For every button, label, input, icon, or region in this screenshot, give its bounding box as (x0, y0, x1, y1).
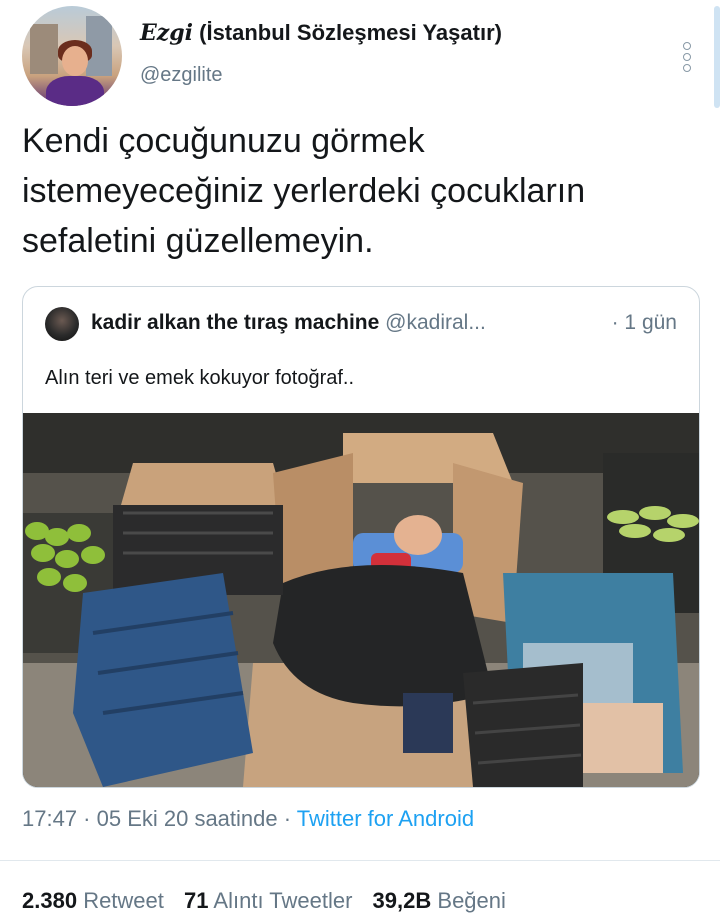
avatar-face (62, 46, 88, 76)
quoted-tweet-photo[interactable] (23, 413, 699, 787)
more-dot (683, 53, 691, 61)
like-stat[interactable]: 39,2B Beğeni (373, 888, 506, 913)
author-name-stylized: Ezgi (140, 20, 194, 46)
retweet-label: Retweet (83, 888, 164, 913)
quote-label: Alıntı Tweetler (213, 888, 353, 913)
author-name-suffix: (İstanbul Sözleşmesi Yaşatır) (193, 20, 502, 45)
scrollbar[interactable] (714, 6, 720, 108)
quoted-tweet[interactable]: kadir alkan the tıraş machine @kadiral..… (22, 286, 700, 788)
quote-count: 71 (184, 888, 209, 913)
like-label: Beğeni (437, 888, 506, 913)
tweet-stats: 2.380 Retweet 71 Alıntı Tweetler 39,2B B… (22, 888, 506, 914)
quoted-tweet-text: Alın teri ve emek kokuyor fotoğraf.. (45, 367, 355, 389)
retweet-count: 2.380 (22, 888, 78, 913)
avatar-body (46, 76, 104, 106)
quoted-tweet-time: · 1 gün (611, 311, 677, 334)
more-dot (683, 64, 691, 72)
author-display-name[interactable]: Ezgi (İstanbul Sözleşmesi Yaşatır) (140, 20, 502, 46)
quote-stat[interactable]: 71 Alıntı Tweetler (184, 888, 352, 913)
quoted-tweet-header: kadir alkan the tıraş machine @kadiral..… (91, 311, 486, 335)
like-count: 39,2B (372, 888, 432, 913)
tweet-source-link[interactable]: Twitter for Android (297, 806, 474, 831)
more-dot (683, 42, 691, 50)
divider (0, 860, 720, 861)
avatar-building (30, 24, 58, 74)
quoted-author-name: kadir alkan the tıraş machine (91, 311, 380, 334)
author-avatar[interactable] (22, 6, 122, 106)
tweet-timestamp[interactable]: 17:47 · 05 Eki 20 saatinde · (22, 806, 297, 831)
retweet-stat[interactable]: 2.380 Retweet (22, 888, 164, 913)
tweet-text: Kendi çocuğunuzu görmek istemeyeceğiniz … (22, 122, 586, 260)
quoted-author-avatar (45, 307, 79, 341)
more-vertical-icon[interactable] (682, 42, 692, 72)
author-handle[interactable]: @ezgilite (140, 64, 223, 87)
tweet-meta: 17:47 · 05 Eki 20 saatinde · Twitter for… (22, 806, 474, 832)
photo-illustration (23, 413, 699, 787)
quoted-author-handle: @kadiral... (385, 311, 486, 334)
tweet-header: Ezgi (İstanbul Sözleşmesi Yaşatır) @ezgi… (22, 6, 712, 106)
